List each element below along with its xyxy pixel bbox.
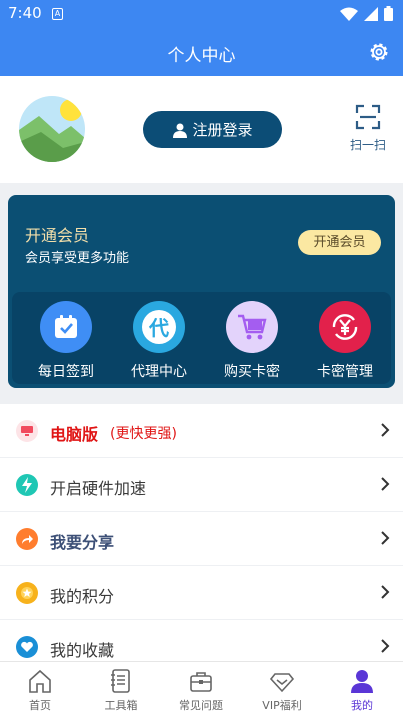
- tab-vip-benefits[interactable]: VIP福利: [242, 668, 322, 713]
- tab-home-label: 首页: [29, 699, 51, 712]
- page-title: 个人中心: [167, 46, 236, 66]
- list-item-share[interactable]: 我要分享: [0, 512, 403, 566]
- calendar-check-icon: [55, 315, 77, 338]
- wifi-icon: [340, 7, 358, 21]
- list-item-hardware-accel[interactable]: 开启硬件加速: [0, 458, 403, 512]
- tab-faq-label: 常见问题: [179, 699, 223, 712]
- share-label: 我要分享: [50, 533, 115, 552]
- desktop-version-label: 电脑版: [50, 425, 99, 444]
- status-time: 7:40: [8, 4, 42, 22]
- tab-vip-label: VIP福利: [262, 699, 302, 712]
- tab-mine-label: 我的: [351, 699, 373, 712]
- favorites-label: 我的收藏: [50, 641, 115, 660]
- chevron-right-icon: [381, 423, 390, 437]
- agent-icon: 代: [142, 310, 176, 344]
- list-item-points[interactable]: 我的积分: [0, 566, 403, 620]
- menu-list: 电脑版 (更快更强) 开启硬件加速 我要分享 我的积分 我的收藏: [0, 404, 403, 661]
- battery-icon: [384, 6, 393, 21]
- lightning-icon: [22, 477, 32, 493]
- login-register-button[interactable]: 注册登录: [143, 111, 282, 148]
- open-vip-button[interactable]: 开通会员: [298, 230, 381, 255]
- tab-toolbox-label: 工具箱: [104, 699, 138, 712]
- user-icon: [173, 123, 188, 138]
- yen-exchange-icon: [332, 314, 358, 340]
- agent-center-label: 代理中心: [131, 364, 187, 380]
- buy-card-label: 购买卡密: [224, 364, 280, 380]
- sim-icon: A: [52, 8, 63, 20]
- tab-toolbox[interactable]: 工具箱: [81, 668, 161, 713]
- scan-button[interactable]: 扫一扫: [348, 104, 388, 153]
- list-item-favorites[interactable]: 我的收藏: [0, 620, 403, 661]
- toolbox-doc-icon: [111, 669, 130, 693]
- chevron-right-icon: [381, 477, 390, 491]
- briefcase-icon: [190, 672, 212, 692]
- card-manage-label: 卡密管理: [317, 364, 373, 380]
- tab-mine[interactable]: 我的: [322, 668, 402, 713]
- heart-icon: [21, 641, 33, 652]
- tab-faq[interactable]: 常见问题: [161, 668, 241, 713]
- diamond-icon: [269, 673, 295, 693]
- list-item-desktop[interactable]: 电脑版 (更快更强): [0, 404, 403, 458]
- bottom-tab-bar: 首页 工具箱 常见问题 VIP福利 我的: [0, 661, 403, 718]
- monitor-icon: [21, 426, 33, 436]
- agent-center-item[interactable]: 代 代理中心: [119, 301, 199, 381]
- avatar-landscape-icon: [19, 96, 85, 162]
- login-register-label: 注册登录: [192, 121, 253, 139]
- scan-icon: [355, 104, 381, 130]
- user-icon: [351, 670, 373, 693]
- card-manage-item[interactable]: 卡密管理: [305, 301, 385, 381]
- vip-card: 开通会员 会员享受更多功能 开通会员 每日签到 代 代理中心 购买卡密 卡密管理: [8, 195, 395, 388]
- chevron-right-icon: [381, 639, 390, 653]
- app-header: 个人中心: [0, 28, 403, 76]
- svg-text:代: 代: [148, 316, 169, 340]
- profile-section: 注册登录 扫一扫: [0, 76, 403, 183]
- status-bar: 7:40 A: [0, 0, 403, 28]
- vip-feature-grid: 每日签到 代 代理中心 购买卡密 卡密管理: [12, 292, 391, 384]
- gear-icon[interactable]: [367, 40, 391, 64]
- star-coin-icon: [21, 587, 33, 599]
- daily-checkin-item[interactable]: 每日签到: [26, 301, 106, 381]
- hardware-accel-label: 开启硬件加速: [50, 479, 147, 498]
- chevron-right-icon: [381, 585, 390, 599]
- signal-icon: [364, 6, 378, 21]
- buy-card-item[interactable]: 购买卡密: [212, 301, 292, 381]
- home-icon: [29, 669, 51, 693]
- vip-subtitle: 会员享受更多功能: [25, 251, 130, 266]
- tab-home[interactable]: 首页: [0, 668, 80, 713]
- vip-title: 开通会员: [25, 226, 90, 245]
- share-icon: [22, 535, 33, 544]
- daily-checkin-label: 每日签到: [38, 364, 94, 380]
- avatar[interactable]: [19, 96, 85, 162]
- chevron-right-icon: [381, 531, 390, 545]
- scan-label: 扫一扫: [349, 138, 386, 152]
- cart-icon: [238, 314, 267, 340]
- points-label: 我的积分: [50, 587, 115, 606]
- desktop-version-note: (更快更强): [110, 426, 177, 442]
